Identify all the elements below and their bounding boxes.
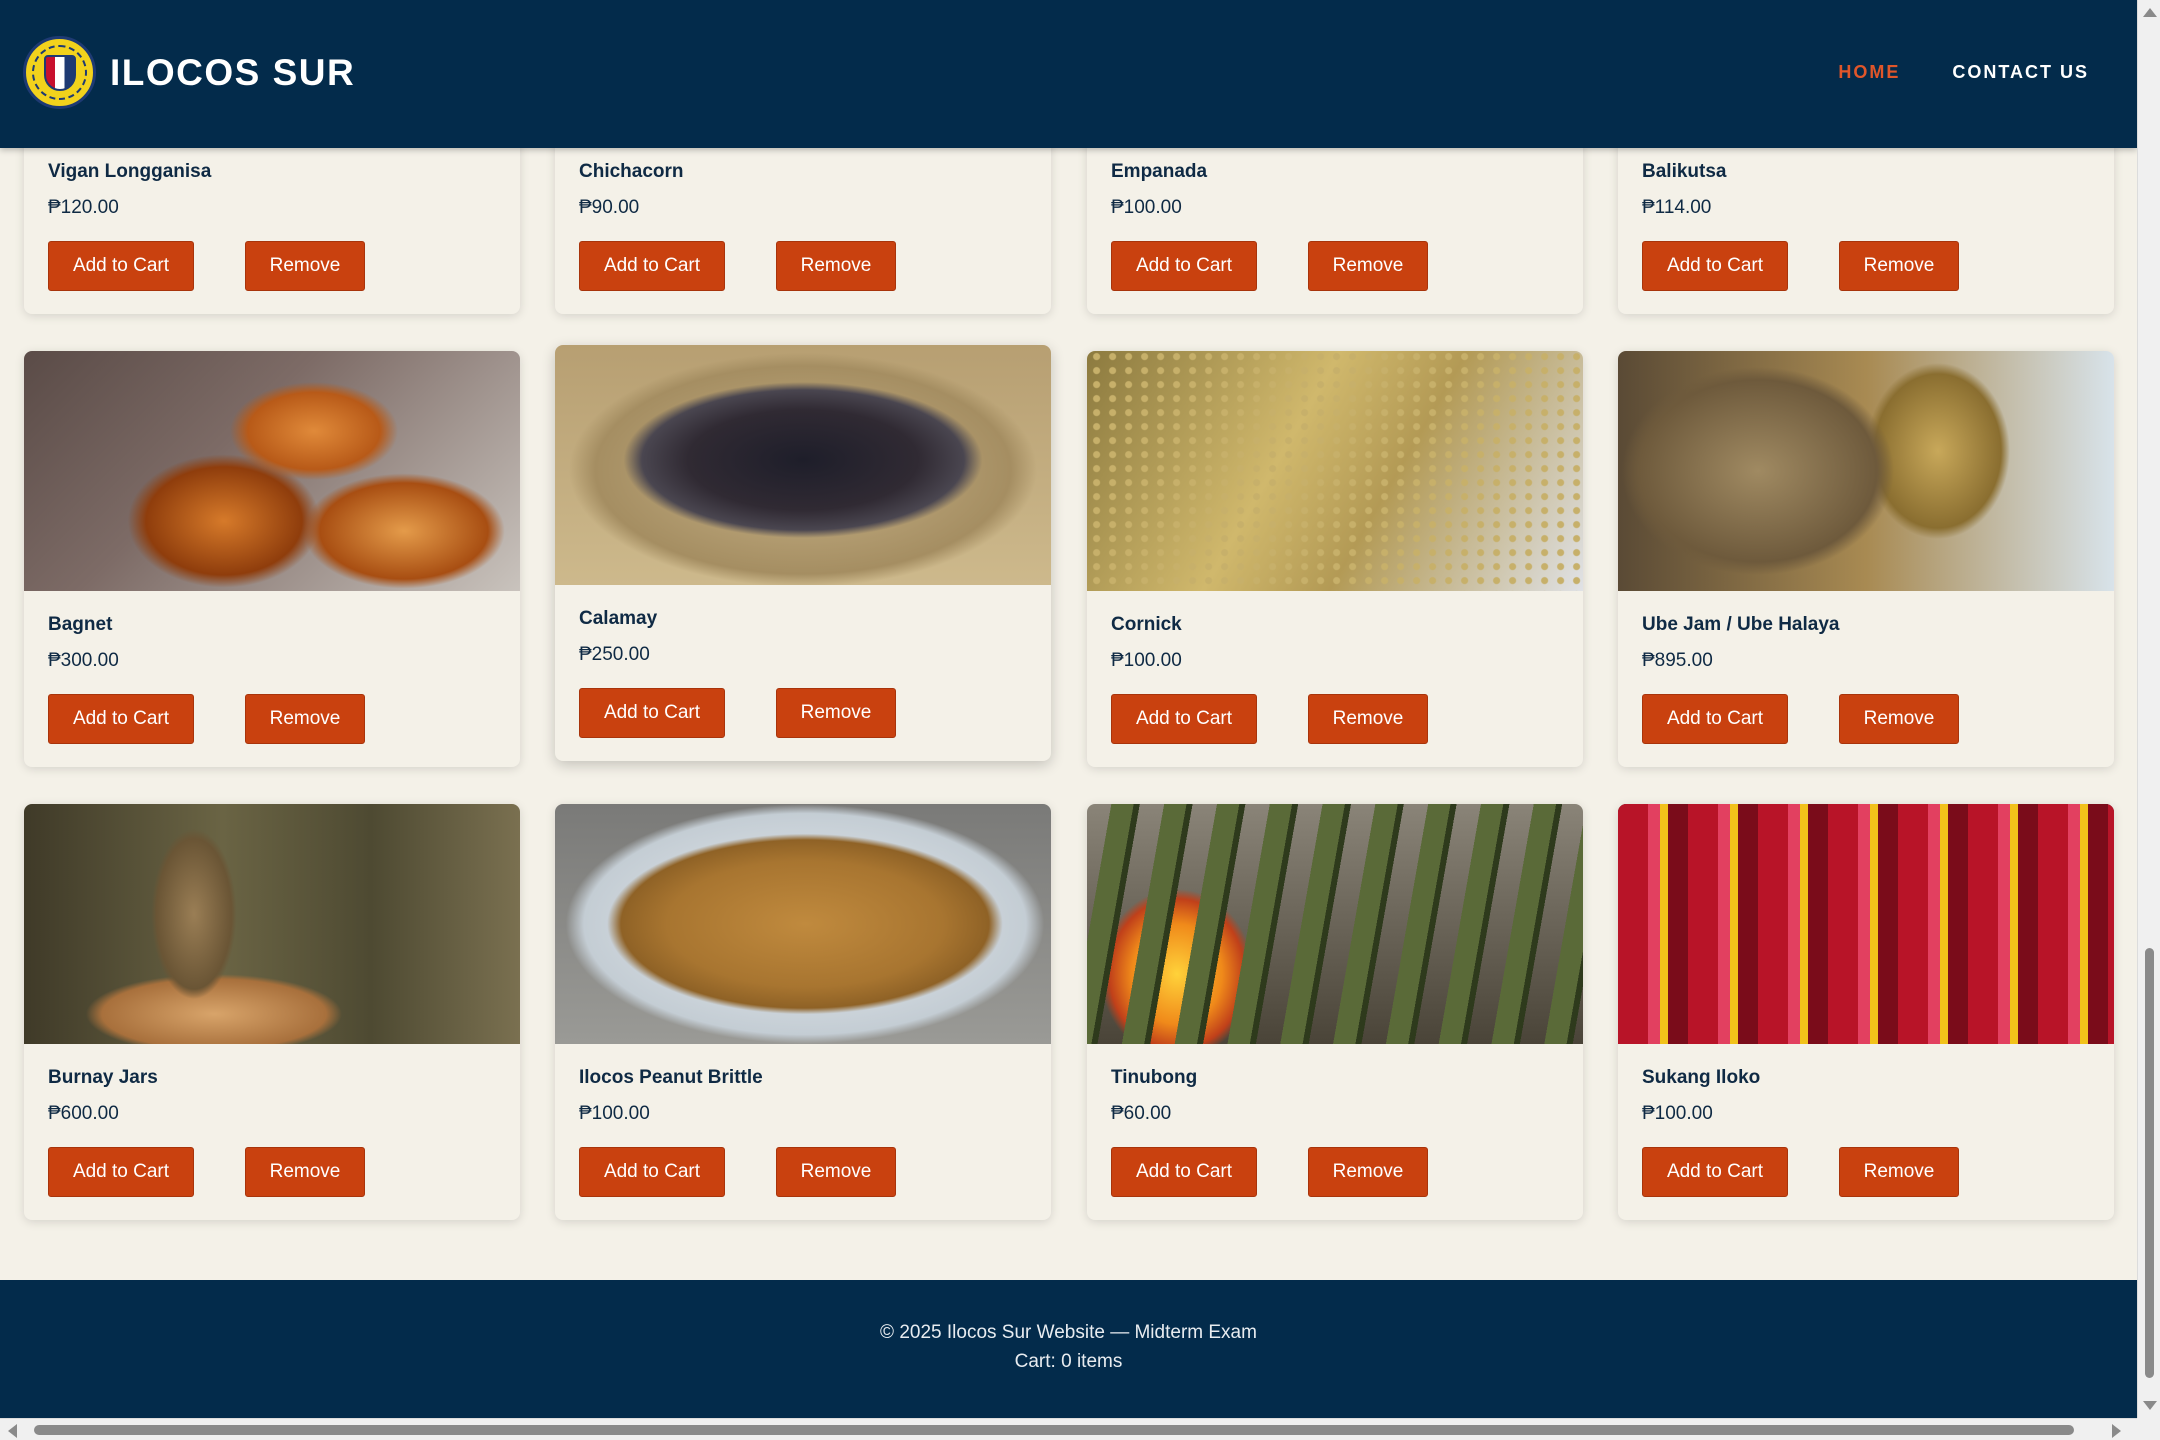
add-to-cart-button[interactable]: Add to Cart xyxy=(1111,241,1257,291)
product-image-tinubong xyxy=(1087,804,1583,1044)
site-footer: © 2025 Ilocos Sur Website — Midterm Exam… xyxy=(0,1280,2137,1418)
product-image-burnay-jars xyxy=(24,804,520,1044)
product-price: ₱100.00 xyxy=(579,1103,650,1124)
add-to-cart-button[interactable]: Add to Cart xyxy=(1642,694,1788,744)
product-card: Bagnet ₱300.00 Add to Cart Remove xyxy=(24,351,520,767)
remove-button[interactable]: Remove xyxy=(245,694,365,744)
product-price: ₱100.00 xyxy=(1642,1103,1713,1124)
brand[interactable]: ILOCOS SUR xyxy=(23,36,355,109)
product-card: Balikutsa ₱114.00 Add to Cart Remove xyxy=(1618,120,2114,314)
remove-button[interactable]: Remove xyxy=(1308,1147,1428,1197)
product-price: ₱100.00 xyxy=(1111,197,1182,218)
remove-button[interactable]: Remove xyxy=(776,688,896,738)
provincial-seal-icon xyxy=(23,36,96,109)
product-card: Cornick ₱100.00 Add to Cart Remove xyxy=(1087,351,1583,767)
add-to-cart-button[interactable]: Add to Cart xyxy=(579,1147,725,1197)
product-price: ₱120.00 xyxy=(48,197,119,218)
product-image-cornick xyxy=(1087,351,1583,591)
add-to-cart-button[interactable]: Add to Cart xyxy=(48,241,194,291)
product-name: Burnay Jars xyxy=(48,1067,158,1088)
footer-copyright: © 2025 Ilocos Sur Website — Midterm Exam xyxy=(880,1322,1257,1343)
product-card: Ilocos Peanut Brittle ₱100.00 Add to Car… xyxy=(555,804,1051,1220)
product-image-ube-jam xyxy=(1618,351,2114,591)
nav-contact-link[interactable]: CONTACT US xyxy=(1952,62,2089,83)
product-name: Cornick xyxy=(1111,614,1182,635)
product-price: ₱60.00 xyxy=(1111,1103,1172,1124)
product-price: ₱90.00 xyxy=(579,197,640,218)
product-price: ₱114.00 xyxy=(1642,197,1712,218)
add-to-cart-button[interactable]: Add to Cart xyxy=(579,241,725,291)
product-image-calamay xyxy=(555,345,1051,585)
add-to-cart-button[interactable]: Add to Cart xyxy=(48,694,194,744)
site-header: ILOCOS SUR HOME CONTACT US xyxy=(0,0,2137,148)
remove-button[interactable]: Remove xyxy=(776,1147,896,1197)
product-image-bagnet xyxy=(24,351,520,591)
scroll-left-arrow-icon[interactable] xyxy=(8,1424,17,1438)
scrollbar-corner xyxy=(2137,1418,2160,1440)
product-card: Calamay ₱250.00 Add to Cart Remove xyxy=(555,345,1051,761)
remove-button[interactable]: Remove xyxy=(1839,241,1959,291)
product-card: Chichacorn ₱90.00 Add to Cart Remove xyxy=(555,120,1051,314)
product-name: Balikutsa xyxy=(1642,161,1727,182)
add-to-cart-button[interactable]: Add to Cart xyxy=(579,688,725,738)
page-viewport: Vigan Longganisa ₱120.00 Add to Cart Rem… xyxy=(0,0,2137,1418)
product-image-peanut-brittle xyxy=(555,804,1051,1044)
product-name: Sukang Iloko xyxy=(1642,1067,1761,1088)
remove-button[interactable]: Remove xyxy=(1839,1147,1959,1197)
product-name: Empanada xyxy=(1111,161,1208,182)
product-card: Sukang Iloko ₱100.00 Add to Cart Remove xyxy=(1618,804,2114,1220)
product-card: Empanada ₱100.00 Add to Cart Remove xyxy=(1087,120,1583,314)
vertical-scroll-thumb[interactable] xyxy=(2145,948,2154,1378)
product-price: ₱600.00 xyxy=(48,1103,119,1124)
add-to-cart-button[interactable]: Add to Cart xyxy=(1111,1147,1257,1197)
product-price: ₱895.00 xyxy=(1642,650,1713,671)
remove-button[interactable]: Remove xyxy=(245,241,365,291)
product-card: Tinubong ₱60.00 Add to Cart Remove xyxy=(1087,804,1583,1220)
product-card: Ube Jam / Ube Halaya ₱895.00 Add to Cart… xyxy=(1618,351,2114,767)
product-card: Vigan Longganisa ₱120.00 Add to Cart Rem… xyxy=(24,120,520,314)
remove-button[interactable]: Remove xyxy=(776,241,896,291)
scroll-right-arrow-icon[interactable] xyxy=(2112,1424,2121,1438)
product-card: Burnay Jars ₱600.00 Add to Cart Remove xyxy=(24,804,520,1220)
product-name: Bagnet xyxy=(48,614,113,635)
remove-button[interactable]: Remove xyxy=(245,1147,365,1197)
add-to-cart-button[interactable]: Add to Cart xyxy=(1642,1147,1788,1197)
remove-button[interactable]: Remove xyxy=(1308,241,1428,291)
product-name: Vigan Longganisa xyxy=(48,161,212,182)
horizontal-scroll-thumb[interactable] xyxy=(34,1425,2074,1435)
product-name: Chichacorn xyxy=(579,161,684,182)
add-to-cart-button[interactable]: Add to Cart xyxy=(1642,241,1788,291)
remove-button[interactable]: Remove xyxy=(1308,694,1428,744)
product-price: ₱250.00 xyxy=(579,644,650,665)
product-price: ₱300.00 xyxy=(48,650,119,671)
product-image-sukang-iloko xyxy=(1618,804,2114,1044)
add-to-cart-button[interactable]: Add to Cart xyxy=(48,1147,194,1197)
product-name: Tinubong xyxy=(1111,1067,1198,1088)
horizontal-scrollbar[interactable] xyxy=(0,1418,2160,1440)
cart-status: Cart: 0 items xyxy=(1014,1351,1123,1372)
remove-button[interactable]: Remove xyxy=(1839,694,1959,744)
product-price: ₱100.00 xyxy=(1111,650,1182,671)
main-nav: HOME CONTACT US xyxy=(1838,62,2089,83)
nav-home-link[interactable]: HOME xyxy=(1838,62,1900,83)
scroll-up-arrow-icon[interactable] xyxy=(2143,8,2157,17)
product-name: Ilocos Peanut Brittle xyxy=(579,1067,763,1088)
product-name: Ube Jam / Ube Halaya xyxy=(1642,614,1840,635)
add-to-cart-button[interactable]: Add to Cart xyxy=(1111,694,1257,744)
brand-name: ILOCOS SUR xyxy=(110,51,356,93)
vertical-scrollbar[interactable] xyxy=(2137,0,2160,1418)
product-name: Calamay xyxy=(579,608,658,629)
scroll-down-arrow-icon[interactable] xyxy=(2143,1401,2157,1410)
